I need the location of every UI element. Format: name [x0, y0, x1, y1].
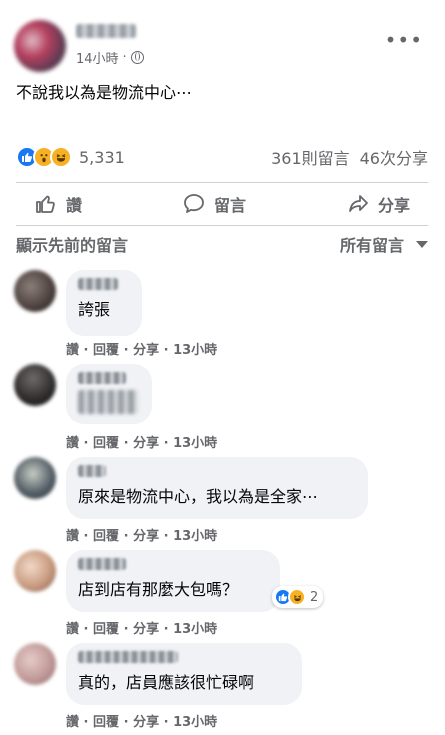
- view-previous-comments[interactable]: 顯示先前的留言: [16, 232, 128, 256]
- comment-like-link[interactable]: 讚: [66, 529, 79, 544]
- comment-like-link[interactable]: 讚: [66, 343, 79, 358]
- commenter-name-blurred[interactable]: [78, 651, 178, 663]
- commenter-avatar[interactable]: [14, 270, 56, 312]
- comment-share-link[interactable]: 分享: [133, 436, 159, 451]
- comment-reaction-count: 2: [310, 589, 319, 605]
- comment-share-link[interactable]: 分享: [133, 715, 159, 730]
- commenter-name-blurred[interactable]: [78, 465, 106, 477]
- post-time[interactable]: 14小時: [76, 48, 119, 67]
- commenter-avatar[interactable]: [14, 457, 56, 499]
- comment-text: 真的，店員應該很忙碌啊: [78, 673, 255, 692]
- comment-like-link[interactable]: 讚: [66, 715, 79, 730]
- comment-actions: 讚 · 回覆 · 分享 · 13小時: [66, 715, 218, 730]
- commenter-avatar[interactable]: [14, 643, 56, 685]
- author-name-blurred[interactable]: [76, 24, 136, 38]
- comment-count[interactable]: 361則留言: [271, 145, 350, 169]
- divider: [16, 182, 428, 183]
- comment-reply-link[interactable]: 回覆: [93, 529, 119, 544]
- post-text: 不說我以為是物流中心⋯: [16, 83, 193, 102]
- comment-time[interactable]: 13小時: [173, 529, 217, 544]
- reaction-count[interactable]: 5,331: [79, 148, 125, 167]
- comment-reply-link[interactable]: 回覆: [93, 622, 119, 637]
- comment-label: 留言: [213, 196, 246, 215]
- commenter-name-blurred[interactable]: [78, 278, 118, 290]
- post-header: 14小時 ·: [14, 18, 434, 78]
- post-actions: 讚 留言 分享: [16, 186, 428, 222]
- comment-like-link[interactable]: 讚: [66, 436, 79, 451]
- comment-actions: 讚 · 回覆 · 分享 · 13小時: [66, 529, 218, 544]
- comment-share-link[interactable]: 分享: [133, 529, 159, 544]
- globe-icon: [130, 51, 144, 64]
- comment-filter-dropdown[interactable]: 所有留言: [340, 232, 428, 256]
- share-count[interactable]: 46次分享: [360, 145, 428, 169]
- post-meta: 14小時 ·: [76, 48, 144, 67]
- commenter-avatar[interactable]: [14, 550, 56, 592]
- comment-actions: 讚 · 回覆 · 分享 · 13小時: [66, 622, 218, 637]
- commenter-name-blurred[interactable]: [78, 372, 126, 384]
- share-button[interactable]: 分享: [328, 192, 428, 216]
- comment-reply-link[interactable]: 回覆: [93, 436, 119, 451]
- comment-reactions[interactable]: 2: [272, 586, 324, 608]
- comment-time[interactable]: 13小時: [173, 436, 217, 451]
- comment-text: 店到店有那麼大包嗎？: [78, 580, 239, 599]
- comment-time[interactable]: 13小時: [173, 343, 217, 358]
- share-label: 分享: [377, 196, 410, 215]
- comment-filter-label: 所有留言: [339, 236, 404, 255]
- comment-time[interactable]: 13小時: [173, 622, 217, 637]
- comment-bubble-icon: [184, 194, 204, 213]
- haha-reaction-icon: [288, 588, 306, 606]
- caret-down-icon: [416, 240, 428, 248]
- reactions-bar: 5,331 361則留言 46次分享: [16, 143, 428, 171]
- like-button[interactable]: 讚: [16, 192, 100, 216]
- comment-actions: 讚 · 回覆 · 分享 · 13小時: [66, 343, 218, 358]
- comment-bubble: 真的，店員應該很忙碌啊: [66, 643, 302, 705]
- comments-header: 顯示先前的留言 所有留言: [16, 232, 428, 256]
- comment-text-blurred: [78, 390, 138, 414]
- divider: [16, 225, 428, 226]
- comment-like-link[interactable]: 讚: [66, 622, 79, 637]
- more-options-icon[interactable]: •••: [385, 30, 423, 50]
- comment-time[interactable]: 13小時: [173, 715, 217, 730]
- comment-actions: 讚 · 回覆 · 分享 · 13小時: [66, 436, 218, 451]
- comment-button[interactable]: 留言: [164, 192, 264, 216]
- comment-reply-link[interactable]: 回覆: [93, 343, 119, 358]
- share-arrow-icon: [349, 195, 368, 212]
- thumbs-up-icon: [36, 195, 55, 213]
- comment-share-link[interactable]: 分享: [133, 343, 159, 358]
- like-label: 讚: [66, 196, 83, 215]
- commenter-avatar[interactable]: [14, 364, 56, 406]
- comment-bubble: 誇張: [66, 270, 142, 336]
- comment-bubble: 原來是物流中心，我以為是全家⋯: [66, 457, 368, 519]
- comment-text: 原來是物流中心，我以為是全家⋯: [78, 487, 319, 506]
- haha-reaction-icon[interactable]: [50, 146, 72, 168]
- comment-bubble: [66, 364, 152, 424]
- comment-share-link[interactable]: 分享: [133, 622, 159, 637]
- commenter-name-blurred[interactable]: [78, 558, 126, 570]
- comment-text: 誇張: [78, 300, 111, 319]
- comment-bubble: 店到店有那麼大包嗎？: [66, 550, 280, 612]
- comment-reply-link[interactable]: 回覆: [93, 715, 119, 730]
- author-avatar[interactable]: [14, 20, 66, 72]
